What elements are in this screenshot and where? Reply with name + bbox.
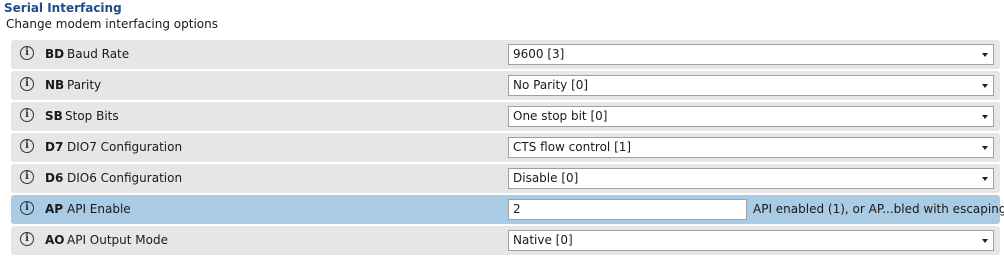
info-icon[interactable]: i (20, 46, 34, 60)
select-value: CTS flow control [1] (513, 140, 632, 154)
select-value: Native [0] (513, 233, 573, 247)
section-title[interactable]: Serial Interfacing (4, 1, 122, 15)
setting-label: API Output Mode (67, 233, 168, 247)
section-subtitle: Change modem interfacing options (6, 17, 218, 31)
setting-row-nb[interactable]: i NB Parity No Parity [0] (11, 71, 1000, 100)
select-value: Disable [0] (513, 171, 579, 185)
setting-row-bd[interactable]: i BD Baud Rate 9600 [3] (11, 40, 1000, 69)
setting-row-sb[interactable]: i SB Stop Bits One stop bit [0] (11, 102, 1000, 131)
setting-code: D6 (45, 171, 64, 185)
dio6-configuration-select[interactable]: Disable [0] (508, 168, 994, 189)
settings-list: i BD Baud Rate 9600 [3] i NB Parity No P… (11, 40, 1004, 257)
dropdown-arrow-icon[interactable] (982, 177, 988, 181)
baud-rate-select[interactable]: 9600 [3] (508, 44, 994, 65)
dropdown-arrow-icon[interactable] (982, 146, 988, 150)
setting-code: BD (45, 47, 65, 61)
dio7-configuration-select[interactable]: CTS flow control [1] (508, 137, 994, 158)
setting-code: NB (45, 78, 65, 92)
setting-code: AO (45, 233, 65, 247)
api-output-mode-select[interactable]: Native [0] (508, 230, 994, 251)
select-value: One stop bit [0] (513, 109, 608, 123)
setting-row-ao[interactable]: i AO API Output Mode Native [0] (11, 226, 1000, 255)
setting-code: SB (45, 109, 63, 123)
dropdown-arrow-icon[interactable] (982, 115, 988, 119)
setting-label: DIO7 Configuration (67, 140, 183, 154)
setting-code: AP (45, 202, 64, 216)
setting-row-d6[interactable]: i D6 DIO6 Configuration Disable [0] (11, 164, 1000, 193)
stop-bits-select[interactable]: One stop bit [0] (508, 106, 994, 127)
setting-label: API Enable (67, 202, 131, 216)
setting-label: DIO6 Configuration (67, 171, 183, 185)
dropdown-arrow-icon[interactable] (982, 84, 988, 88)
setting-label: Baud Rate (67, 47, 130, 61)
info-icon[interactable]: i (20, 201, 34, 215)
info-icon[interactable]: i (20, 232, 34, 246)
api-enable-input[interactable]: 2 (508, 199, 747, 220)
dropdown-arrow-icon[interactable] (982, 53, 988, 57)
setting-code: D7 (45, 140, 64, 154)
info-icon[interactable]: i (20, 108, 34, 122)
setting-row-ap[interactable]: i AP API Enable 2 API enabled (1), or AP… (11, 195, 1004, 224)
info-icon[interactable]: i (20, 170, 34, 184)
parity-select[interactable]: No Parity [0] (508, 75, 994, 96)
info-icon[interactable]: i (20, 139, 34, 153)
serial-interfacing-panel: Serial Interfacing Change modem interfac… (0, 0, 1004, 262)
setting-row-d7[interactable]: i D7 DIO7 Configuration CTS flow control… (11, 133, 1000, 162)
info-icon[interactable]: i (20, 77, 34, 91)
dropdown-arrow-icon[interactable] (982, 239, 988, 243)
select-value: 9600 [3] (513, 47, 565, 61)
setting-label: Parity (67, 78, 102, 92)
setting-label: Stop Bits (65, 109, 119, 123)
select-value: No Parity [0] (513, 78, 589, 92)
api-enable-hint: API enabled (1), or AP...bled with escap… (753, 202, 1004, 216)
